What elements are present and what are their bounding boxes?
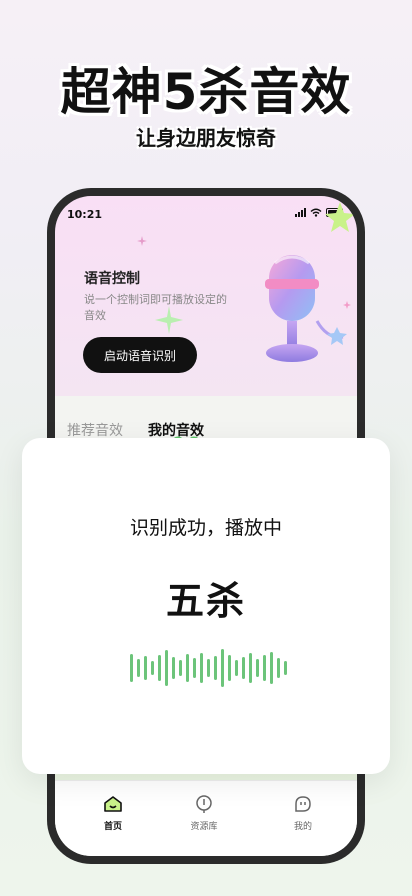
microphone-illustration-icon [265,255,351,362]
star-decoration-icon [325,202,355,232]
nav-home-label: 首页 [103,822,122,832]
sparkle-icon [137,236,147,246]
wave-bar [270,652,273,684]
bottom-navigation: 首页 资源库 我的 [55,780,357,856]
wave-bar [130,654,133,682]
wave-bar [284,661,287,675]
wave-bar [256,659,259,677]
voice-control-description: 说一个控制词即可播放设定的音效 [84,293,227,322]
wave-bar [214,656,217,680]
signal-icon [295,208,306,217]
audio-waveform-icon [130,649,287,687]
library-icon [196,795,212,813]
wave-bar [186,654,189,682]
wave-bar [242,657,245,679]
nav-library[interactable]: 资源库 [174,795,234,832]
wave-bar [137,659,140,677]
recognized-command: 五杀 [165,579,246,623]
wave-bar [200,653,203,683]
nav-profile-label: 我的 [293,822,312,832]
wave-bar [172,657,175,679]
profile-icon [295,796,311,812]
subline: 让身边朋友惊奇 [136,126,276,150]
wave-bar [144,656,147,680]
voice-control-title: 语音控制 [84,271,140,287]
status-bar: 10:21 [55,196,357,226]
nav-library-label: 资源库 [190,822,218,832]
wave-bar [179,660,182,676]
tab-recommended[interactable]: 推荐音效 [67,420,123,440]
wave-bar [193,658,196,678]
wave-bar [228,655,231,681]
wave-bar [207,659,210,677]
wave-bar [151,661,154,675]
recognition-status: 识别成功，播放中 [129,517,282,539]
wave-bar [263,655,266,681]
nav-home[interactable]: 首页 [83,795,143,832]
status-time: 10:21 [67,208,103,221]
recognition-result-card: 识别成功，播放中 五杀 [22,438,390,774]
headline: 超神5杀音效 [60,63,352,121]
wave-bar [235,660,238,676]
wave-bar [249,653,252,683]
wave-bar [277,658,280,678]
wave-bar [158,655,161,681]
start-voice-recognition-button[interactable]: 启动语音识别 [83,337,197,373]
home-icon [104,796,122,812]
nav-profile[interactable]: 我的 [273,795,333,832]
wave-bar [221,649,224,687]
wifi-icon [310,208,322,217]
wave-bar [165,650,168,686]
